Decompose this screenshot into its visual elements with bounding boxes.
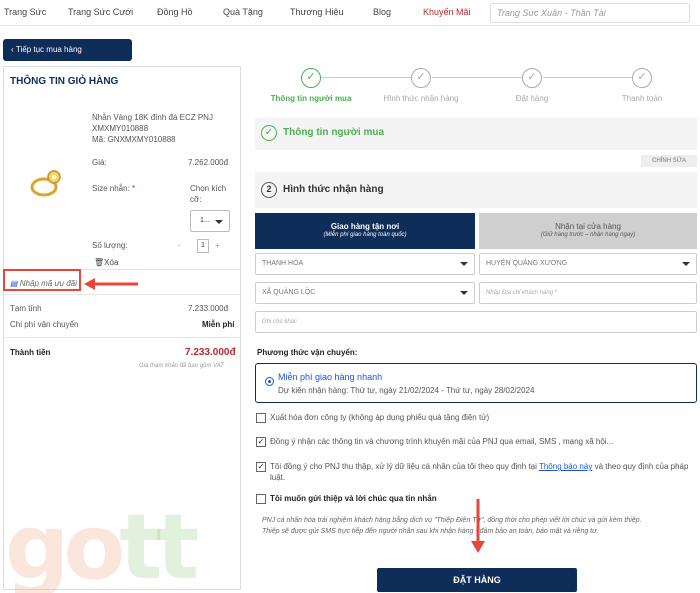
note-input[interactable]: Ghi chú khác (255, 311, 697, 333)
district-select[interactable]: HUYỆN QUẢNG XƯƠNG (479, 253, 697, 275)
step-number-badge: 2 (261, 182, 277, 198)
product-name-line2[interactable]: XMXMY010888 (92, 124, 148, 133)
continue-shopping-button[interactable]: ‹ Tiếp tục mua hàng (3, 39, 132, 61)
chevron-down-icon (215, 220, 223, 224)
search-input[interactable]: Trang Sức Xuân - Thần Tài (490, 3, 690, 23)
shipping-option-fast[interactable]: Miễn phí giao hàng nhanh Dự kiến nhận hà… (255, 363, 697, 403)
privacy-notice-link[interactable]: Thông báo này (539, 462, 592, 471)
quantity-input[interactable]: 1 (197, 239, 209, 253)
vat-note: Giá tham khảo đã bao gồm VAT (139, 363, 224, 369)
ring-product-image (30, 170, 61, 197)
ecard-label: Tôi muốn gửi thiệp và lời chúc qua tin n… (270, 494, 437, 503)
address-input[interactable]: Nhập Địa chỉ khách hàng * (479, 282, 697, 304)
coupon-highlight-box (3, 269, 81, 291)
step-3: ✓ (522, 68, 542, 88)
promo-label: Đồng ý nhận các thông tin và chương trìn… (270, 437, 614, 446)
delete-button[interactable]: 🗑Xóa (94, 258, 118, 267)
step-label-payment: Thanh toán (621, 94, 663, 103)
shipping-method-title: Phương thức vận chuyển: (257, 348, 358, 357)
step-label-buyer: Thông tin người mua (270, 94, 352, 103)
ecard-checkbox[interactable] (256, 494, 266, 504)
promo-checkbox[interactable]: ✓ (256, 437, 266, 447)
step-label-delivery: Hình thức nhận hàng (383, 94, 459, 103)
trash-icon: 🗑 (94, 258, 105, 267)
chevron-down-icon (460, 262, 468, 266)
size-choose-line1: Chọn kích (190, 184, 227, 193)
ecard-note-line1: PNJ cá nhân hóa trải nghiệm khách hàng b… (262, 517, 642, 524)
subtotal-label: Tạm tính (10, 304, 42, 313)
size-select[interactable]: 1... (190, 210, 230, 232)
privacy-label: Tôi đồng ý cho PNJ thu thập, xử lý dữ li… (270, 462, 689, 471)
buyer-section-title: Thông tin người mua (283, 127, 385, 138)
nav-item-jewelry[interactable]: Trang Sức (4, 7, 46, 17)
total-label: Thành tiền (10, 348, 51, 357)
total-value: 7.233.000đ (185, 347, 236, 358)
radio-selected[interactable] (265, 377, 274, 386)
top-navigation: Trang Sức Trang Sức Cưới Đồng Hồ Quà Tặn… (0, 0, 700, 26)
cart-title: THÔNG TIN GIỎ HÀNG (10, 76, 119, 87)
invoice-checkbox[interactable] (256, 413, 266, 423)
ecard-note-line2: Thiệp sẽ được gửi SMS trực tiếp đến ngườ… (262, 528, 599, 535)
privacy-checkbox[interactable]: ✓ (256, 462, 266, 472)
check-icon: ✓ (257, 437, 265, 446)
size-value: 1... (200, 217, 210, 224)
continue-shopping-label: Tiếp tục mua hàng (15, 45, 82, 54)
check-circle-icon: ✓ (261, 125, 277, 141)
province-select[interactable]: THANH HÓA (255, 253, 475, 275)
nav-item-blog[interactable]: Blog (373, 7, 391, 17)
quantity-label: Số lượng: (92, 241, 128, 250)
ward-select[interactable]: XÃ QUẢNG LỘC (255, 282, 475, 304)
quantity-minus-button[interactable]: - (178, 241, 181, 250)
chevron-down-icon (682, 262, 690, 266)
arrow-left-annotation-icon (84, 278, 138, 290)
check-icon: ✓ (416, 71, 426, 83)
nav-item-watches[interactable]: Đồng Hồ (157, 7, 193, 17)
chevron-down-icon (460, 291, 468, 295)
check-icon: ✓ (637, 71, 647, 83)
step-label-order: Đặt hàng (515, 94, 549, 103)
edit-buyer-button[interactable]: CHỈNH SỬA (641, 155, 697, 167)
subtotal-value: 7.233.000đ (188, 304, 229, 313)
arrow-down-annotation-icon (471, 499, 485, 553)
check-icon: ✓ (527, 71, 537, 83)
nav-item-brands[interactable]: Thương Hiệu (290, 7, 343, 17)
buyer-info-section[interactable]: ✓ Thông tin người mua (255, 118, 697, 150)
check-icon: ✓ (306, 71, 316, 83)
quantity-plus-button[interactable]: + (215, 241, 220, 250)
shipping-label: Chi phí vận chuyển (10, 320, 79, 329)
size-choose-line2: cỡ: (190, 195, 202, 204)
step-2: ✓ (411, 68, 431, 88)
tab-store-pickup[interactable]: Nhận tại cửa hàng (Giữ hàng trước – nhận… (479, 213, 697, 249)
watermark-logo: gott (5, 495, 199, 593)
check-icon: ✓ (257, 462, 265, 471)
price-label: Giá: (92, 158, 107, 167)
nav-item-gifts[interactable]: Quà Tặng (223, 7, 263, 17)
product-price: 7.262.000đ (188, 158, 229, 167)
size-label: Size nhẫn: * (92, 184, 136, 193)
shipping-eta: Dự kiến nhận hàng: Thứ tư, ngày 21/02/20… (278, 386, 535, 395)
delivery-section-title: Hình thức nhận hàng (283, 184, 384, 195)
step-4: ✓ (632, 68, 652, 88)
invoice-label: Xuất hóa đơn công ty (không áp dụng phiế… (270, 413, 490, 422)
place-order-button[interactable]: ĐẶT HÀNG (377, 568, 577, 592)
product-code: Mã: GNXMXMY010888 (92, 135, 176, 144)
tab-home-delivery[interactable]: Giao hàng tận nơi (Miễn phí giao hàng to… (255, 213, 475, 249)
nav-item-promotions[interactable]: Khuyến Mãi (423, 7, 471, 17)
shipping-option-label: Miễn phí giao hàng nhanh (278, 372, 383, 382)
step-1-complete: ✓ (301, 68, 321, 88)
privacy-label-line2: luật. (270, 473, 286, 482)
delivery-section-header: 2 Hình thức nhận hàng (255, 172, 697, 208)
nav-item-wedding[interactable]: Trang Sức Cưới (68, 7, 133, 17)
shipping-value: Miễn phí (202, 320, 235, 329)
product-name-line1[interactable]: Nhẫn Vàng 18K đính đá ECZ PNJ (92, 113, 213, 122)
